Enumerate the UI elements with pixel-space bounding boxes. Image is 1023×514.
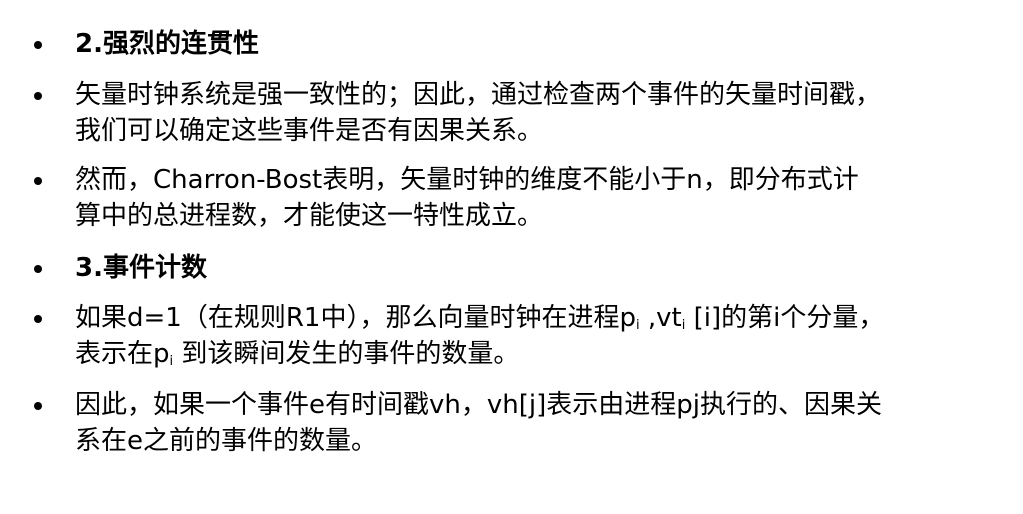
text-segment: 表示在p [75,339,170,369]
section-heading: 3.事件计数 [75,250,1005,286]
text-segment: 如果d=1（在规则R1中），那么向量时钟在进程p [75,303,636,333]
paragraph-line: 矢量时钟系统是强一致性的；因此，通过检查两个事件的矢量时间戳， [75,80,882,110]
bullet-dot-icon [34,402,42,410]
paragraph-line: 表示在pi 到该瞬间发生的事件的数量。 [75,336,1005,372]
text-segment: 到该瞬间发生的事件的数量。 [173,339,520,369]
bullet-dot-icon [34,315,42,323]
paragraph-line: 如果d=1（在规则R1中），那么向量时钟在进程pi ,vti [i]的第i个分量… [75,300,1005,336]
heading-text: 3.事件计数 [75,253,207,283]
text-segment: ,vt [639,303,682,333]
paragraph-line: 因此，如果一个事件e有时间戳vh，vh[j]表示由进程pj执行的、因果关 [75,390,882,420]
paragraph-line: 算中的总进程数，才能使这一特性成立。 [75,201,544,231]
text-segment: [i]的第i个分量， [685,303,885,333]
heading-text: 2.强烈的连贯性 [75,29,259,59]
bullet-dot-icon [34,41,42,49]
bullet-dot-icon [34,265,42,273]
bullet-paragraph: 如果d=1（在规则R1中），那么向量时钟在进程pi ,vti [i]的第i个分量… [75,300,1005,372]
bullet-paragraph: 然而，Charron-Bost表明，矢量时钟的维度不能小于n，即分布式计 算中的… [75,162,1005,234]
bullet-dot-icon [34,92,42,100]
bullet-dot-icon [34,177,42,185]
section-heading: 2.强烈的连贯性 [75,26,1005,62]
paragraph-line: 系在e之前的事件的数量。 [75,426,377,456]
paragraph-line: 我们可以确定这些事件是否有因果关系。 [75,116,544,146]
bullet-paragraph: 矢量时钟系统是强一致性的；因此，通过检查两个事件的矢量时间戳， 我们可以确定这些… [75,77,1005,149]
paragraph-line: 然而，Charron-Bost表明，矢量时钟的维度不能小于n，即分布式计 [75,165,859,195]
bullet-paragraph: 因此，如果一个事件e有时间戳vh，vh[j]表示由进程pj执行的、因果关 系在e… [75,387,1005,459]
slide: 2.强烈的连贯性 矢量时钟系统是强一致性的；因此，通过检查两个事件的矢量时间戳，… [0,0,1023,514]
